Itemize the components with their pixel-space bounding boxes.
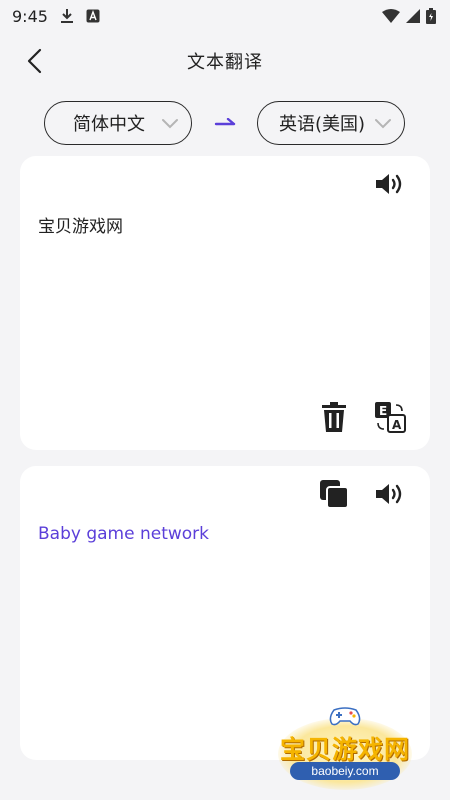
translate-icon: E A xyxy=(375,402,406,433)
page-title: 文本翻译 xyxy=(187,52,263,73)
copy-button[interactable] xyxy=(318,478,350,510)
language-selector-row: 简体中文 英语(美国) xyxy=(0,101,450,147)
trash-icon xyxy=(322,402,346,432)
source-language-select[interactable]: 简体中文 xyxy=(44,101,192,145)
signal-icon xyxy=(406,9,420,23)
swap-arrow-icon xyxy=(214,118,236,126)
back-button[interactable] xyxy=(20,46,48,76)
watermark-url: baobeiy.com xyxy=(290,762,400,780)
clear-button[interactable] xyxy=(318,401,350,433)
output-speaker-button[interactable] xyxy=(374,478,406,510)
input-card: 宝贝游戏网 E A xyxy=(20,156,430,450)
target-language-label: 英语(美国) xyxy=(279,114,366,135)
watermark-logo: 宝贝游戏网 baobeiy.com xyxy=(270,700,420,796)
translate-button[interactable]: E A xyxy=(374,401,406,433)
status-bar: 9:45 xyxy=(0,0,450,32)
chevron-down-icon xyxy=(159,112,181,139)
svg-text:A: A xyxy=(392,418,402,432)
back-arrow-icon xyxy=(27,48,42,74)
chevron-down-icon xyxy=(372,112,394,139)
output-text: Baby game network xyxy=(38,524,210,544)
speaker-icon xyxy=(376,484,402,504)
gamepad-icon xyxy=(329,707,361,726)
download-icon xyxy=(60,8,74,24)
svg-text:E: E xyxy=(379,404,387,418)
status-right xyxy=(382,8,436,24)
swap-languages-button[interactable] xyxy=(211,113,239,133)
watermark-title: 宝贝游戏网 xyxy=(279,735,410,764)
copy-icon xyxy=(320,480,349,509)
status-time: 9:45 xyxy=(12,6,48,26)
a-box-icon xyxy=(86,9,100,23)
speaker-icon xyxy=(376,174,402,194)
target-language-select[interactable]: 英语(美国) xyxy=(257,101,405,145)
battery-icon xyxy=(426,8,436,24)
input-speaker-button[interactable] xyxy=(374,168,406,200)
input-text[interactable]: 宝贝游戏网 xyxy=(38,212,123,237)
wifi-icon xyxy=(382,9,400,23)
status-left: 9:45 xyxy=(12,7,100,26)
source-language-label: 简体中文 xyxy=(73,114,145,135)
app-header: 文本翻译 xyxy=(0,32,450,90)
